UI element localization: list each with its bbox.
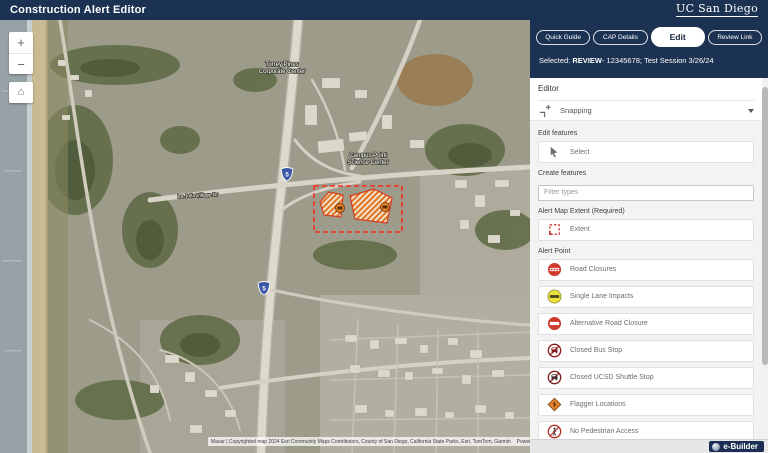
snapping-dropdown[interactable]: Snapping [538, 100, 754, 120]
road-closure-icon [547, 262, 562, 277]
tab-cap-details[interactable]: CAP Details [593, 29, 648, 45]
alert-type-label: Flagger Locations [570, 401, 626, 408]
select-tool-label: Select [570, 148, 590, 156]
filter-types-input[interactable] [538, 184, 754, 201]
construction-marker[interactable] [335, 203, 345, 213]
ebuilder-label: e-Builder [723, 442, 758, 451]
zoom-out-button[interactable]: − [9, 53, 33, 74]
alert-type-label: No Pedestrian Access [570, 428, 639, 435]
alert-type-single-lane-impacts[interactable]: Single Lane Impacts [538, 285, 754, 308]
app-header: Construction Alert Editor UC San Diego [0, 0, 768, 20]
zoom-in-button[interactable]: + [9, 32, 33, 53]
alert-type-label: Alternative Road Closure [570, 320, 648, 327]
create-features-label: Create features [538, 170, 587, 177]
scrollbar-thumb[interactable] [762, 87, 768, 365]
panel-footer: e-Builder [530, 439, 768, 453]
dashed-extent-icon [547, 222, 562, 237]
alert-type-road-closures[interactable]: Road Closures [538, 258, 754, 281]
snapping-label: Snapping [560, 106, 592, 115]
powered-by-esri: Powered by Esri [516, 438, 530, 445]
alt-road-closure-icon [547, 316, 562, 331]
page-title: Construction Alert Editor [10, 4, 146, 16]
alert-type-label: Single Lane Impacts [570, 293, 634, 300]
no-pedestrian-icon [547, 424, 562, 439]
extent-tool-button[interactable]: Extent [538, 218, 754, 241]
alert-type-label: Road Closures [570, 266, 617, 273]
map-canvas[interactable]: 5 5 Torrey Pines Corporate Center Campus… [0, 20, 530, 453]
beach [32, 20, 48, 453]
alert-point-label: Alert Point [538, 247, 571, 255]
satellite-map: 5 5 Torrey Pines Corporate Center Campus… [0, 20, 530, 453]
alert-type-closed-bus-stop[interactable]: Closed Bus Stop [538, 339, 754, 362]
edit-features-label: Edit features [538, 130, 578, 137]
ebuilder-badge[interactable]: e-Builder [709, 441, 764, 452]
mode-tabs: Quick Guide CAP Details Edit Review Link [536, 27, 762, 47]
alert-type-label: Closed Bus Stop [570, 347, 623, 354]
tab-quick-guide[interactable]: Quick Guide [536, 29, 591, 45]
editor-heading: Editor [538, 84, 559, 93]
select-tool-button[interactable]: Select [538, 141, 754, 163]
alert-type-no-pedestrian-access[interactable]: No Pedestrian Access [538, 420, 754, 439]
svg-text:5: 5 [285, 172, 289, 179]
closed-shuttle-icon [547, 370, 562, 385]
construction-marker[interactable] [380, 202, 390, 212]
construction-alert-editor-app: Construction Alert Editor UC San Diego 5… [0, 0, 768, 453]
alert-map-extent-label: Alert Map Extent (Required) [538, 207, 625, 215]
map-zoom-control: + − [9, 32, 33, 74]
selected-record-line: Selected: REVIEW- 12345678; Test Session… [539, 56, 714, 65]
ebuilder-globe-icon [712, 442, 721, 451]
svg-text:Torrey Pines: Torrey Pines [265, 62, 298, 68]
alert-type-label: Closed UCSD Shuttle Stop [570, 374, 654, 381]
alert-type-alternative-road-closure[interactable]: Alternative Road Closure [538, 312, 754, 335]
svg-text:Campus Point: Campus Point [349, 153, 387, 159]
closed-bus-icon [547, 343, 562, 358]
single-lane-icon [547, 289, 562, 304]
home-extent-button[interactable]: ⌂ [9, 82, 33, 103]
alert-type-flagger-locations[interactable]: Flagger Locations [538, 393, 754, 416]
tab-edit[interactable]: Edit [650, 27, 705, 47]
svg-text:5: 5 [262, 286, 266, 293]
chevron-down-icon [748, 108, 754, 113]
cursor-select-icon [547, 145, 562, 160]
map-attribution: Maxar | Copyrighted map 2024 Esri Commun… [208, 437, 530, 446]
panel-scrollbar[interactable] [762, 78, 768, 439]
panel-scroll-area: Editor Snapping Edit features Select Cre… [530, 78, 768, 439]
extent-tool-label: Extent [570, 226, 590, 233]
panel-header: Quick Guide CAP Details Edit Review Link… [530, 20, 768, 78]
flagger-diamond-icon [547, 397, 562, 412]
svg-text:Science Center: Science Center [347, 160, 388, 166]
ucsd-logo: UC San Diego [676, 2, 758, 17]
svg-text:Corporate Center: Corporate Center [259, 69, 305, 75]
tab-review-link[interactable]: Review Link [707, 29, 762, 45]
attribution-text: Maxar | Copyrighted map 2024 Esri Commun… [211, 438, 511, 445]
alert-type-closed-ucsd-shuttle-stop[interactable]: Closed UCSD Shuttle Stop [538, 366, 754, 389]
snapping-icon [538, 103, 553, 118]
editor-panel: Quick Guide CAP Details Edit Review Link… [530, 20, 768, 453]
